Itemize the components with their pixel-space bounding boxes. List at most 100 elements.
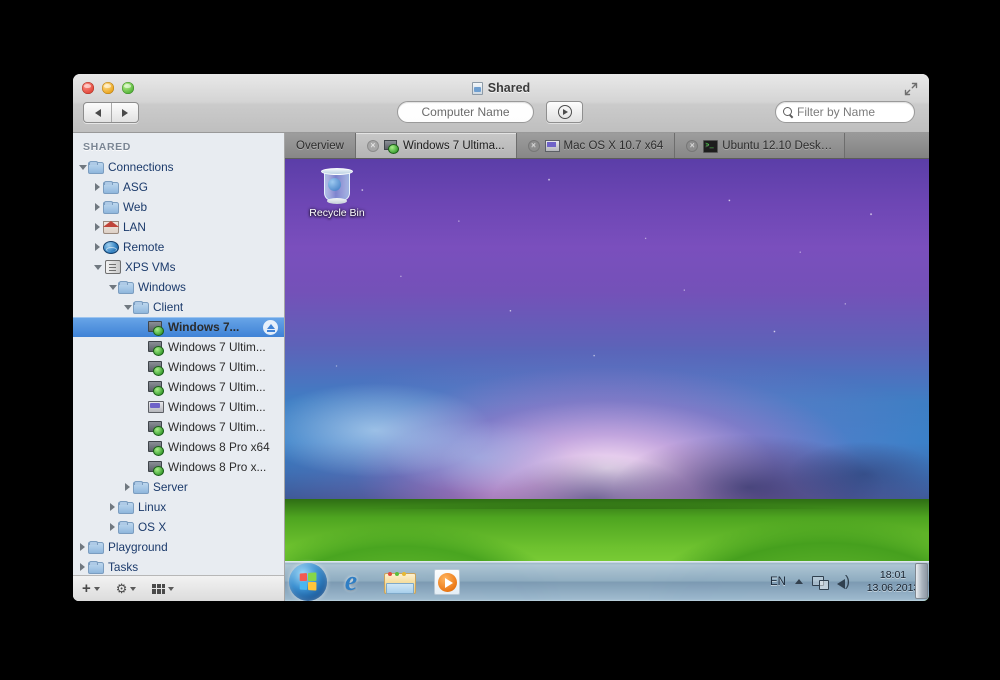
sidebar-item-label: Remote [123,240,165,254]
taskbar-media-player[interactable] [423,563,471,601]
taskbar-windows-explorer[interactable] [375,563,423,601]
rdp-icon [148,461,164,476]
sidebar-item-linux[interactable]: Linux [73,497,284,517]
rdp-icon [148,421,164,436]
rdp-icon [148,441,164,456]
windows-start-orb-icon[interactable] [289,562,327,601]
sidebar-item-label: LAN [123,220,146,234]
tab-ubuntu-12-10-desktop-x[interactable]: × Ubuntu 12.10 Desktop x... [675,133,846,158]
chevron-right-icon[interactable] [77,543,88,551]
sidebar-item-windows[interactable]: Windows [73,277,284,297]
volume-icon[interactable] [837,574,854,590]
chevron-right-icon[interactable] [92,243,103,251]
sidebar-item-label: Server [153,480,188,494]
document-icon [471,81,483,95]
sidebar-item-connections[interactable]: Connections [73,157,284,177]
chevron-right-icon[interactable] [122,483,133,491]
sidebar-item-web[interactable]: Web [73,197,284,217]
sidebar-item-label: Windows 7 Ultim... [168,360,266,374]
windows-taskbar: e EN) 18:01 13.06.2013 [285,561,929,601]
sidebar-item-label: OS X [138,520,167,534]
back-button[interactable] [84,103,111,122]
sidebar-item-tasks[interactable]: Tasks [73,557,284,575]
sidebar-item-server[interactable]: Server [73,477,284,497]
computer-name-input[interactable]: Computer Name [397,101,534,123]
sidebar-item-windows-8-pro-x64[interactable]: Windows 8 Pro x64 [73,437,284,457]
add-button[interactable]: + [82,581,100,596]
sidebar-item-remote[interactable]: Remote [73,237,284,257]
tab-mac-os-x-10-7-x64[interactable]: × Mac OS X 10.7 x64 [516,133,676,158]
chevron-right-icon[interactable] [107,503,118,511]
filter-input[interactable]: Filter by Name [775,101,915,123]
computer-name-placeholder: Computer Name [421,105,510,119]
home-icon [103,221,119,234]
viewport-scrollbar-thumb[interactable] [915,563,928,599]
fullscreen-arrows-icon [904,82,918,96]
forward-button[interactable] [111,103,138,122]
desktop-icon-recycle-bin[interactable]: Recycle Bin [301,167,373,219]
close-icon[interactable]: × [686,139,699,152]
tab-label: Overview [296,139,344,152]
sidebar-item-asg[interactable]: ASG [73,177,284,197]
sidebar-item-lan[interactable]: LAN [73,217,284,237]
tray-language[interactable]: EN [770,576,786,588]
navigation-segment [83,102,139,123]
rdp-icon [148,341,164,356]
tab-windows-7-ultima[interactable]: × Windows 7 Ultima... [355,133,517,158]
search-icon [783,106,794,118]
sidebar-item-label: Windows 7 Ultim... [168,420,266,434]
sidebar-item-windows-8-pro-x[interactable]: Windows 8 Pro x... [73,457,284,477]
close-icon[interactable]: × [366,139,379,152]
tab-label: Ubuntu 12.10 Desktop x... [722,139,834,152]
remote-desktop-viewport[interactable]: Recycle Bin e EN) 18:01 13.06.2013 [285,159,929,601]
window-titlebar[interactable]: Shared Computer Name Filter by Name [73,74,929,133]
close-icon[interactable]: × [527,139,540,152]
chevron-down-icon [93,586,100,591]
vnc-icon [544,139,560,152]
chevron-right-icon[interactable] [77,563,88,571]
sidebar-item-client[interactable]: Client [73,297,284,317]
sidebar-item-os-x[interactable]: OS X [73,517,284,537]
globe-icon [103,241,119,254]
sidebar-item-windows-7-ultim[interactable]: Windows 7 Ultim... [73,357,284,377]
view-button[interactable] [152,583,175,594]
folder-icon [133,480,149,494]
network-icon[interactable] [812,575,829,590]
rdp-icon [383,139,399,154]
sidebar-item-label: Windows 7 Ultim... [168,340,266,354]
chevron-right-icon[interactable] [107,523,118,531]
chevron-down-icon[interactable] [77,164,88,170]
chevron-right-icon[interactable] [92,183,103,191]
sidebar-tree[interactable]: SHARED Connections ASG Web LAN Remote XPS VMs… [73,133,284,575]
folder-icon [118,280,134,294]
rdp-icon [148,321,164,336]
eject-icon[interactable] [263,319,278,335]
chevron-up-icon[interactable] [795,579,803,584]
recycle-bin-icon [320,167,354,205]
action-button[interactable]: ⚙ [116,582,137,595]
connect-button[interactable] [546,101,583,123]
sidebar-item-xps-vms[interactable]: XPS VMs [73,257,284,277]
sidebar-item-windows-7-ultim[interactable]: Windows 7 Ultim... [73,377,284,397]
rdp-icon [148,381,164,396]
sidebar-item-label: Playground [108,540,168,554]
tab-label: Mac OS X 10.7 x64 [563,139,664,152]
taskbar-internet-explorer[interactable]: e [327,563,375,601]
fullscreen-button[interactable] [903,81,919,97]
sidebar-item-playground[interactable]: Playground [73,537,284,557]
sidebar-item-label: ASG [123,180,148,194]
sidebar-item-windows-7-ultim[interactable]: Windows 7 Ultim... [73,337,284,357]
chevron-right-icon[interactable] [92,223,103,231]
chevron-right-icon[interactable] [92,203,103,211]
sidebar-item-label: Windows 7 Ultim... [168,380,266,394]
sidebar-item-windows-7-ultim[interactable]: Windows 7 Ultim... [73,417,284,437]
desktop-wallpaper [285,159,929,601]
chevron-down-icon[interactable] [92,264,103,270]
sidebar-item-windows-7-ultim[interactable]: Windows 7 Ultim... [73,397,284,417]
chevron-down-icon[interactable] [107,284,118,290]
vnc-icon [148,401,164,414]
chevron-down-icon[interactable] [122,304,133,310]
folder-icon [103,180,119,194]
tab-overview[interactable]: Overview [285,133,356,158]
sidebar-item-windows-7[interactable]: Windows 7... [73,317,284,337]
